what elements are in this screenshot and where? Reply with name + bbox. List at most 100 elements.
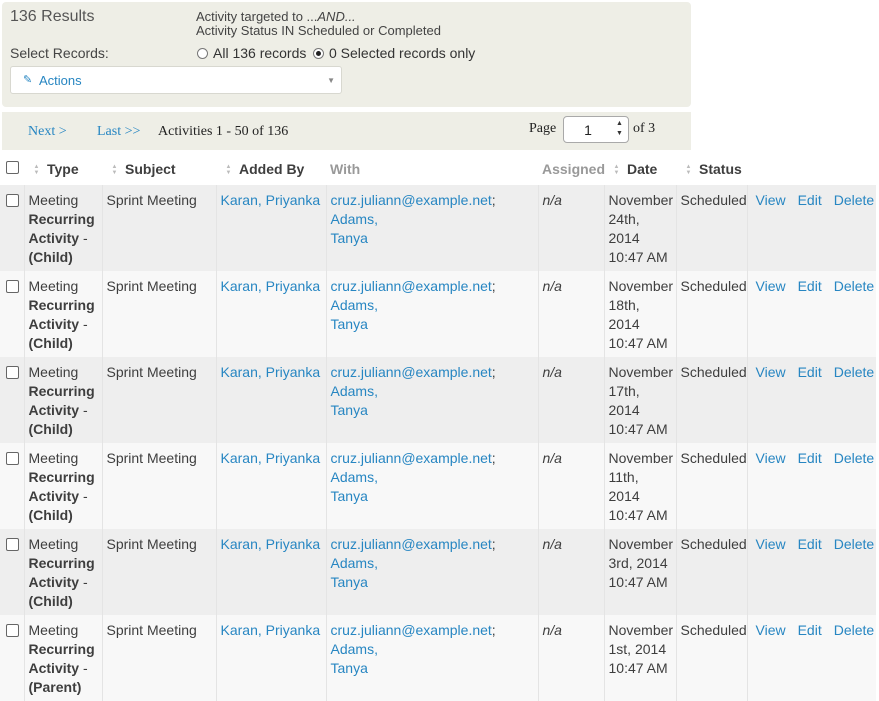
with-contact-email-link[interactable]: cruz.juliann@example.net (331, 622, 492, 638)
page-total: of 3 (633, 121, 656, 136)
with-contact-email-link[interactable]: cruz.juliann@example.net (331, 192, 492, 208)
assigned-cell: n/a (537, 271, 604, 357)
subject-cell: Sprint Meeting (101, 357, 216, 443)
added-by-link[interactable]: Karan, Priyanka (221, 364, 321, 380)
assigned-cell: n/a (537, 357, 604, 443)
subject-cell: Sprint Meeting (101, 185, 216, 271)
with-cell: cruz.juliann@example.net; Adams, Tanya (325, 357, 538, 443)
subject-cell: Sprint Meeting (101, 271, 216, 357)
radio-all-records[interactable]: All 136 records (197, 45, 306, 61)
page-stepper[interactable]: ▲ ▼ (614, 119, 625, 139)
results-range: Activities 1 - 50 of 136 (158, 124, 289, 139)
table-row: Meeting Recurring Activity - (Parent) Sp… (0, 615, 876, 701)
table-row: Meeting Recurring Activity - (Child) Spr… (0, 185, 876, 271)
row-checkbox[interactable] (6, 194, 19, 207)
view-link[interactable]: View (756, 192, 786, 208)
row-checkbox[interactable] (6, 280, 19, 293)
added-by-link[interactable]: Karan, Priyanka (221, 450, 321, 466)
edit-link[interactable]: Edit (798, 278, 822, 294)
added-by-link[interactable]: Karan, Priyanka (221, 192, 321, 208)
type-cell: Meeting Recurring Activity - (Child) (23, 443, 102, 529)
edit-link[interactable]: Edit (798, 450, 822, 466)
with-cell: cruz.juliann@example.net; Adams, Tanya (325, 443, 538, 529)
results-count: 136 Results (10, 8, 95, 25)
row-checkbox[interactable] (6, 624, 19, 637)
with-contact-email-link[interactable]: cruz.juliann@example.net (331, 536, 492, 552)
radio-selected-records[interactable]: 0 Selected records only (313, 45, 475, 61)
type-cell: Meeting Recurring Activity - (Parent) (23, 615, 102, 701)
criteria-line-2: Activity Status IN Scheduled or Complete… (196, 23, 441, 38)
delete-link[interactable]: Delete (834, 364, 874, 380)
actions-dropdown[interactable]: ✎ Actions ▼ (10, 66, 342, 94)
with-cell: cruz.juliann@example.net; Adams, Tanya (325, 185, 538, 271)
date-cell: November 17th, 2014 10:47 AM (603, 357, 676, 443)
with-contact-name-link[interactable]: Adams, Tanya (331, 211, 378, 246)
type-cell: Meeting Recurring Activity - (Child) (23, 271, 102, 357)
with-contact-email-link[interactable]: cruz.juliann@example.net (331, 278, 492, 294)
added-by-cell: Karan, Priyanka (215, 357, 326, 443)
added-by-cell: Karan, Priyanka (215, 529, 326, 615)
page-number-input[interactable]: 1 ▲ ▼ (563, 116, 629, 143)
row-checkbox[interactable] (6, 366, 19, 379)
activities-table: ▲ ▼ Type ▲ ▼ Subject ▲ ▼ Added By With Assigne… (0, 153, 876, 701)
row-checkbox[interactable] (6, 452, 19, 465)
added-by-cell: Karan, Priyanka (215, 271, 326, 357)
stepper-up-icon[interactable]: ▲ (614, 119, 625, 129)
column-header-status[interactable]: ▲ ▼ Status (676, 153, 747, 185)
view-link[interactable]: View (756, 364, 786, 380)
column-header-date[interactable]: ▲ ▼ Date (604, 153, 676, 185)
stepper-down-icon[interactable]: ▼ (614, 129, 625, 139)
with-contact-email-link[interactable]: cruz.juliann@example.net (331, 364, 492, 380)
select-all-checkbox[interactable] (6, 161, 19, 174)
edit-link[interactable]: Edit (798, 192, 822, 208)
actions-cell: View Edit Delete (746, 271, 876, 357)
added-by-cell: Karan, Priyanka (215, 443, 326, 529)
with-contact-name-link[interactable]: Adams, Tanya (331, 297, 378, 332)
added-by-cell: Karan, Priyanka (215, 615, 326, 701)
page-label: Page (529, 121, 557, 136)
date-cell: November 3rd, 2014 10:47 AM (603, 529, 676, 615)
radio-selected-icon[interactable] (313, 47, 324, 59)
table-row: Meeting Recurring Activity - (Child) Spr… (0, 529, 876, 615)
column-header-type[interactable]: ▲ ▼ Type (24, 153, 102, 185)
edit-link[interactable]: Edit (798, 536, 822, 552)
results-summary-panel: 136 Results Activity targeted to ...AND.… (2, 2, 691, 107)
with-cell: cruz.juliann@example.net; Adams, Tanya (325, 615, 538, 701)
status-cell: Scheduled (675, 271, 747, 357)
added-by-link[interactable]: Karan, Priyanka (221, 278, 321, 294)
status-cell: Scheduled (675, 615, 747, 701)
delete-link[interactable]: Delete (834, 622, 874, 638)
view-link[interactable]: View (756, 278, 786, 294)
with-contact-name-link[interactable]: Adams, Tanya (331, 469, 378, 504)
radio-all-icon[interactable] (197, 47, 208, 59)
view-link[interactable]: View (756, 450, 786, 466)
added-by-link[interactable]: Karan, Priyanka (221, 536, 321, 552)
delete-link[interactable]: Delete (834, 450, 874, 466)
with-contact-name-link[interactable]: Adams, Tanya (331, 641, 378, 676)
date-cell: November 1st, 2014 10:47 AM (603, 615, 676, 701)
added-by-link[interactable]: Karan, Priyanka (221, 622, 321, 638)
next-page-link[interactable]: Next > (28, 124, 67, 140)
view-link[interactable]: View (756, 622, 786, 638)
last-page-link[interactable]: Last >> (97, 124, 140, 140)
with-contact-name-link[interactable]: Adams, Tanya (331, 555, 378, 590)
pager: Next > Last >> Activities 1 - 50 of 136 … (2, 112, 691, 150)
column-header-subject[interactable]: ▲ ▼ Subject (102, 153, 216, 185)
chevron-down-icon: ▼ (327, 76, 335, 85)
row-checkbox[interactable] (6, 538, 19, 551)
search-criteria: Activity targeted to ...AND... Activity … (196, 10, 441, 38)
subject-cell: Sprint Meeting (101, 443, 216, 529)
added-by-cell: Karan, Priyanka (215, 185, 326, 271)
with-contact-name-link[interactable]: Adams, Tanya (331, 383, 378, 418)
edit-link[interactable]: Edit (798, 622, 822, 638)
edit-link[interactable]: Edit (798, 364, 822, 380)
delete-link[interactable]: Delete (834, 278, 874, 294)
delete-link[interactable]: Delete (834, 536, 874, 552)
column-header-with: With (330, 161, 361, 177)
with-contact-email-link[interactable]: cruz.juliann@example.net (331, 450, 492, 466)
column-header-added-by[interactable]: ▲ ▼ Added By (216, 153, 326, 185)
subject-cell: Sprint Meeting (101, 615, 216, 701)
delete-link[interactable]: Delete (834, 192, 874, 208)
sort-icon: ▲ ▼ (225, 164, 232, 177)
view-link[interactable]: View (756, 536, 786, 552)
